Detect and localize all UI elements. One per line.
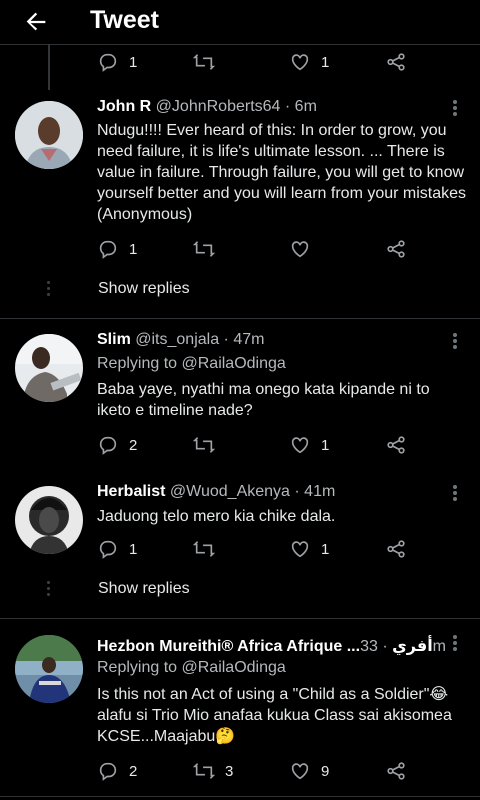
share-button[interactable] — [385, 759, 407, 783]
share-icon — [387, 762, 405, 780]
share-button[interactable] — [385, 50, 407, 74]
retweet-icon — [193, 763, 215, 779]
reply-button[interactable]: 2 — [97, 433, 137, 457]
share-button[interactable] — [385, 537, 407, 561]
thread-line — [48, 44, 50, 90]
thread-dots — [47, 581, 50, 599]
more-options-icon[interactable] — [448, 633, 462, 655]
share-button[interactable] — [385, 433, 407, 457]
show-replies-link[interactable]: Show replies — [98, 280, 190, 298]
reply-icon — [99, 762, 117, 781]
tweet-text: Jaduong telo mero kia chike dala. — [97, 508, 336, 525]
author-name[interactable]: John R — [97, 98, 151, 115]
replying-to: Replying to @RailaOdinga — [97, 355, 286, 372]
share-button[interactable] — [385, 237, 407, 261]
avatar[interactable] — [15, 101, 83, 169]
heart-icon — [291, 241, 309, 258]
tweet-divider — [0, 618, 480, 619]
tweet-header: Hezbon Mureithi® Africa Afrique ...أفري … — [97, 638, 446, 655]
reply-button[interactable]: 2 — [97, 759, 137, 783]
tweet-actions-top: 1 1 — [97, 50, 427, 74]
reply-icon — [99, 540, 117, 559]
reply-button[interactable]: 1 — [97, 537, 137, 561]
retweet-button[interactable] — [193, 433, 215, 457]
reply-button[interactable]: 1 — [97, 237, 137, 261]
tweet-divider — [0, 318, 480, 319]
thread-dots — [47, 281, 50, 299]
author-name[interactable]: Slim — [97, 331, 131, 348]
back-arrow-icon[interactable] — [22, 8, 50, 36]
retweet-button[interactable]: 3 — [193, 759, 233, 783]
retweet-icon — [193, 241, 215, 257]
tweet-time: 6m — [294, 98, 317, 115]
avatar-photo — [15, 334, 83, 402]
mention-link[interactable]: @RailaOdinga — [182, 355, 286, 372]
author-name[interactable]: Herbalist — [97, 483, 165, 500]
tweet-actions: 2 3 9 — [97, 759, 427, 783]
header-divider — [0, 44, 480, 45]
like-button[interactable]: 1 — [289, 50, 329, 74]
avatar[interactable] — [15, 334, 83, 402]
avatar-photo — [15, 635, 83, 703]
top-bar: Tweet — [0, 0, 480, 44]
like-button[interactable] — [289, 237, 311, 261]
heart-icon — [291, 437, 309, 454]
tweet-text: Is this not an Act of using a "Child as … — [97, 686, 452, 745]
like-button[interactable]: 1 — [289, 433, 329, 457]
tweet-text: Baba yaye, nyathi ma onego kata kipande … — [97, 381, 430, 419]
more-options-icon[interactable] — [448, 483, 462, 505]
tweet-time: 47m — [233, 331, 265, 348]
retweet-icon — [193, 437, 215, 453]
retweet-icon — [193, 54, 215, 70]
tweet-actions: 2 1 — [97, 433, 427, 457]
share-icon — [387, 436, 405, 454]
tweet-time: 41m — [304, 483, 336, 500]
show-replies-link[interactable]: Show replies — [98, 580, 190, 598]
replying-to: Replying to @RailaOdinga — [97, 659, 286, 676]
author-handle[interactable]: @JohnRoberts64 — [156, 98, 281, 115]
tweet-header: John R @JohnRoberts64 · 6m — [97, 98, 317, 115]
heart-icon — [291, 763, 309, 780]
tweet-text: Ndugu!!!! Ever heard of this: In order t… — [97, 122, 467, 223]
like-button[interactable]: 9 — [289, 759, 329, 783]
retweet-button[interactable] — [193, 237, 215, 261]
reply-icon — [99, 240, 117, 259]
retweet-icon — [193, 541, 215, 557]
more-options-icon[interactable] — [448, 98, 462, 120]
tweet-divider — [0, 796, 480, 797]
page-title: Tweet — [90, 6, 159, 34]
share-icon — [387, 53, 405, 71]
author-handle[interactable]: @Wuod_Akenya — [170, 483, 290, 500]
tweet-actions: 1 — [97, 237, 427, 261]
avatar-photo — [15, 101, 83, 169]
avatar-photo — [15, 486, 83, 554]
share-icon — [387, 540, 405, 558]
avatar[interactable] — [15, 635, 83, 703]
avatar[interactable] — [15, 486, 83, 554]
heart-icon — [291, 54, 309, 71]
reply-icon — [99, 53, 117, 72]
tweet-header: Slim @its_onjala · 47m — [97, 331, 265, 348]
reply-button[interactable]: 1 — [97, 50, 137, 74]
like-button[interactable]: 1 — [289, 537, 329, 561]
tweet-header: Herbalist @Wuod_Akenya · 41m — [97, 483, 336, 500]
more-options-icon[interactable] — [448, 331, 462, 353]
mention-link[interactable]: @RailaOdinga — [182, 659, 286, 676]
tweet-actions: 1 1 — [97, 537, 427, 561]
author-handle[interactable]: @its_onjala — [135, 331, 219, 348]
heart-icon — [291, 541, 309, 558]
share-icon — [387, 240, 405, 258]
retweet-button[interactable] — [193, 50, 215, 74]
reply-icon — [99, 436, 117, 455]
retweet-button[interactable] — [193, 537, 215, 561]
